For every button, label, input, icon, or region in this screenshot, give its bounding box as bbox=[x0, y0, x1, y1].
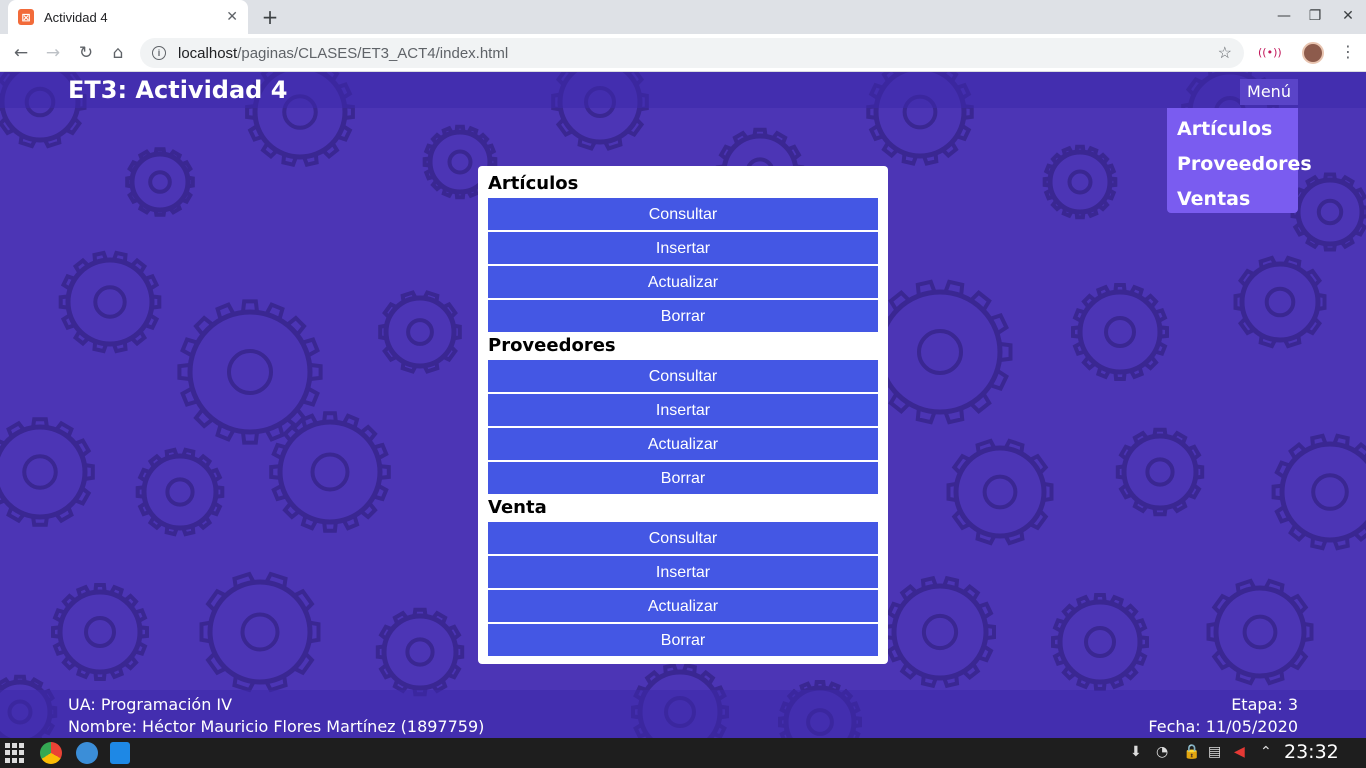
footer-fecha: Fecha: 11/05/2020 bbox=[1148, 717, 1298, 736]
section-title-articulos: Artículos bbox=[488, 173, 579, 194]
forward-icon[interactable]: → bbox=[42, 42, 64, 64]
new-tab-icon[interactable]: + bbox=[258, 6, 282, 28]
menu-dropdown: Artículos Proveedores Ventas bbox=[1167, 108, 1312, 213]
back-icon[interactable]: ← bbox=[10, 42, 32, 64]
actions-card: Artículos Consultar Insertar Actualizar … bbox=[478, 166, 888, 664]
articulos-borrar-button[interactable]: Borrar bbox=[488, 300, 878, 332]
browser-app-icon[interactable] bbox=[76, 742, 98, 764]
proveedores-consultar-button[interactable]: Consultar bbox=[488, 360, 878, 392]
download-icon[interactable]: ⬇ bbox=[1130, 744, 1142, 760]
browser-toolbar: ← → ↻ ⌂ i localhost/paginas/CLASES/ET3_A… bbox=[0, 34, 1366, 72]
venta-consultar-button[interactable]: Consultar bbox=[488, 522, 878, 554]
site-footer: UA: Programación IV Nombre: Héctor Mauri… bbox=[0, 690, 1366, 738]
tab-title: Actividad 4 bbox=[44, 9, 108, 25]
taskbar: ⬇ ◔ 🔒 ▤ ◀ ⌃ 23:32 bbox=[0, 738, 1366, 768]
bookmark-star-icon[interactable]: ☆ bbox=[1218, 43, 1232, 63]
home-icon[interactable]: ⌂ bbox=[107, 42, 129, 64]
clipboard-icon[interactable]: ▤ bbox=[1208, 744, 1221, 760]
footer-ua: UA: Programación IV bbox=[68, 695, 233, 714]
close-tab-icon[interactable]: ✕ bbox=[226, 9, 238, 25]
extension-icon[interactable]: ((•)) bbox=[1258, 44, 1282, 62]
footer-nombre: Nombre: Héctor Mauricio Flores Martínez … bbox=[68, 717, 485, 736]
section-title-venta: Venta bbox=[488, 497, 547, 518]
info-icon[interactable]: i bbox=[152, 46, 166, 60]
menu-item-articulos[interactable]: Artículos bbox=[1177, 112, 1288, 147]
menu-item-ventas[interactable]: Ventas bbox=[1177, 182, 1288, 217]
chrome-icon[interactable] bbox=[40, 742, 62, 764]
venta-actualizar-button[interactable]: Actualizar bbox=[488, 590, 878, 622]
section-title-proveedores: Proveedores bbox=[488, 335, 616, 356]
xampp-favicon-icon: ⊠ bbox=[18, 9, 34, 25]
articulos-insertar-button[interactable]: Insertar bbox=[488, 232, 878, 264]
minimize-icon[interactable]: — bbox=[1274, 8, 1294, 24]
articulos-actualizar-button[interactable]: Actualizar bbox=[488, 266, 878, 298]
reload-icon[interactable]: ↻ bbox=[75, 42, 97, 64]
proveedores-insertar-button[interactable]: Insertar bbox=[488, 394, 878, 426]
page: ET3: Actividad 4 Menú Artículos Proveedo… bbox=[0, 72, 1366, 738]
clock: 23:32 bbox=[1284, 741, 1339, 763]
vscode-icon[interactable] bbox=[110, 742, 130, 764]
address-bar[interactable]: i localhost/paginas/CLASES/ET3_ACT4/inde… bbox=[140, 38, 1244, 68]
lock-icon[interactable]: 🔒 bbox=[1183, 744, 1200, 760]
wifi-icon[interactable]: ◔ bbox=[1156, 744, 1168, 760]
articulos-consultar-button[interactable]: Consultar bbox=[488, 198, 878, 230]
footer-etapa: Etapa: 3 bbox=[1231, 695, 1298, 714]
menu-button[interactable]: Menú bbox=[1240, 79, 1298, 105]
browser-tab-bar: ⊠ Actividad 4 ✕ + — ❐ ✕ bbox=[0, 0, 1366, 34]
page-title: ET3: Actividad 4 bbox=[68, 76, 288, 104]
more-menu-icon[interactable]: ⋮ bbox=[1340, 42, 1356, 64]
browser-tab[interactable]: ⊠ Actividad 4 ✕ bbox=[8, 0, 248, 34]
url-text[interactable]: localhost/paginas/CLASES/ET3_ACT4/index.… bbox=[178, 45, 1218, 62]
restore-icon[interactable]: ❐ bbox=[1305, 8, 1325, 24]
close-window-icon[interactable]: ✕ bbox=[1338, 8, 1358, 24]
site-header: ET3: Actividad 4 Menú bbox=[0, 72, 1366, 108]
chevron-up-icon[interactable]: ⌃ bbox=[1260, 744, 1272, 760]
venta-borrar-button[interactable]: Borrar bbox=[488, 624, 878, 656]
app-grid-icon[interactable] bbox=[5, 743, 25, 763]
proveedores-actualizar-button[interactable]: Actualizar bbox=[488, 428, 878, 460]
proveedores-borrar-button[interactable]: Borrar bbox=[488, 462, 878, 494]
menu-item-proveedores[interactable]: Proveedores bbox=[1177, 147, 1312, 182]
volume-muted-icon[interactable]: ◀ bbox=[1234, 744, 1245, 760]
profile-avatar[interactable] bbox=[1302, 42, 1324, 64]
venta-insertar-button[interactable]: Insertar bbox=[488, 556, 878, 588]
